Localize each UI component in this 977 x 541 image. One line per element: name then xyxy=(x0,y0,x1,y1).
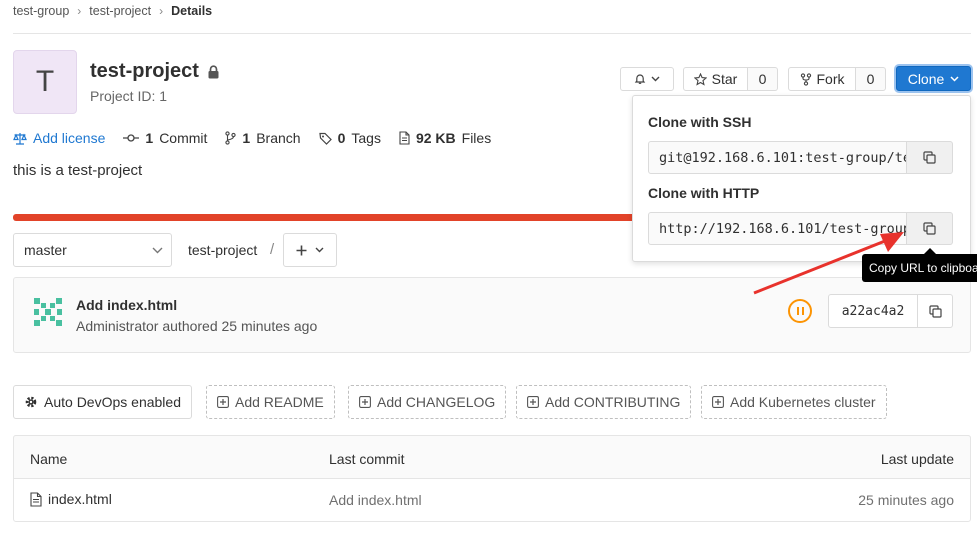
add-changelog-button[interactable]: Add CHANGELOG xyxy=(348,385,507,419)
project-avatar: T xyxy=(13,50,77,114)
file-icon xyxy=(30,491,42,507)
commits-stat[interactable]: 1 Commit xyxy=(123,130,207,146)
copy-icon xyxy=(923,151,936,164)
plus-square-icon xyxy=(527,396,539,408)
notification-dropdown[interactable] xyxy=(620,67,674,91)
file-last-commit-link[interactable]: Add index.html xyxy=(329,492,422,508)
clone-ssh-label: Clone with SSH xyxy=(648,114,752,130)
commit-author-link[interactable]: Administrator xyxy=(76,318,158,334)
auto-devops-label: Auto DevOps enabled xyxy=(44,394,181,410)
lock-icon xyxy=(208,64,219,78)
project-name: test-project xyxy=(90,60,199,82)
column-header-last-commit: Last commit xyxy=(329,451,405,467)
chevron-right-icon: › xyxy=(159,4,164,18)
file-tree-header xyxy=(13,435,971,479)
branches-stat[interactable]: 1 Branch xyxy=(225,130,301,146)
branch-select[interactable]: master xyxy=(13,233,172,267)
file-icon xyxy=(399,131,410,145)
clone-http-label: Clone with HTTP xyxy=(648,185,760,201)
avatar-letter: T xyxy=(35,65,55,98)
plus-icon xyxy=(296,245,307,255)
add-contributing-label: Add CONTRIBUTING xyxy=(545,394,681,410)
project-title: test-project xyxy=(90,60,220,83)
fork-button-group: Fork 0 xyxy=(788,67,886,91)
commit-authored-time: authored 25 minutes ago xyxy=(162,318,318,334)
column-header-name: Name xyxy=(30,451,68,467)
clone-label: Clone xyxy=(907,70,945,87)
path-separator: / xyxy=(270,241,275,258)
file-last-update: 25 minutes ago xyxy=(858,492,954,508)
commit-author-line: Administrator authored 25 minutes ago xyxy=(76,318,317,334)
add-changelog-label: Add CHANGELOG xyxy=(377,394,496,410)
add-readme-button[interactable]: Add README xyxy=(206,385,335,419)
project-id: Project ID: 1 xyxy=(90,88,168,104)
add-contributing-button[interactable]: Add CONTRIBUTING xyxy=(516,385,692,419)
commit-icon xyxy=(123,134,140,142)
branches-label: Branch xyxy=(256,130,301,146)
repository-language-bar xyxy=(13,214,653,221)
gear-icon xyxy=(25,396,37,408)
identicon-avatar-icon xyxy=(34,298,62,326)
chevron-down-icon xyxy=(315,247,324,253)
repo-path[interactable]: test-project xyxy=(188,242,257,258)
plus-square-icon xyxy=(217,396,229,408)
files-stat[interactable]: 92 KB Files xyxy=(399,130,491,146)
breadcrumb-project-link[interactable]: test-project xyxy=(89,4,151,18)
clone-button[interactable]: Clone xyxy=(896,66,971,91)
fork-button[interactable]: Fork xyxy=(788,67,856,91)
plus-square-icon xyxy=(712,396,724,408)
add-readme-label: Add README xyxy=(235,394,324,410)
star-icon xyxy=(693,72,707,86)
tags-stat[interactable]: 0 Tags xyxy=(318,130,381,146)
fork-icon xyxy=(800,72,811,86)
file-name-link[interactable]: index.html xyxy=(48,491,112,507)
add-kubernetes-cluster-button[interactable]: Add Kubernetes cluster xyxy=(701,385,887,419)
table-row[interactable]: index.html xyxy=(30,491,112,507)
files-size: 92 KB xyxy=(415,130,456,146)
breadcrumb: test-group › test-project › Details xyxy=(13,4,212,18)
tags-label: Tags xyxy=(351,130,381,146)
chevron-right-icon: › xyxy=(77,4,82,18)
tag-icon xyxy=(318,132,332,145)
files-label: Files xyxy=(461,130,492,146)
copy-ssh-url-button[interactable] xyxy=(907,141,953,174)
add-license-link[interactable]: Add license xyxy=(13,130,105,146)
copy-icon xyxy=(928,304,942,318)
scale-icon xyxy=(13,132,27,145)
branch-name: master xyxy=(24,242,67,258)
breadcrumb-current[interactable]: Details xyxy=(171,4,212,18)
tags-count: 0 xyxy=(337,130,346,146)
branch-icon xyxy=(225,131,237,145)
bell-icon xyxy=(634,74,646,84)
fork-count[interactable]: 0 xyxy=(856,67,886,91)
header-divider xyxy=(13,33,971,34)
chevron-down-icon xyxy=(651,76,660,82)
annotation-arrow-icon xyxy=(753,232,904,295)
plus-square-icon xyxy=(359,396,371,408)
copy-sha-button[interactable] xyxy=(918,294,953,328)
star-label: Star xyxy=(711,71,738,87)
star-count[interactable]: 0 xyxy=(748,67,778,91)
copy-icon xyxy=(923,222,936,235)
add-to-tree-dropdown[interactable] xyxy=(283,233,337,267)
clone-ssh-group: git@192.168.6.101:test-group/test-projec… xyxy=(648,141,953,174)
chevron-down-icon xyxy=(152,247,163,253)
commit-title-link[interactable]: Add index.html xyxy=(76,297,177,313)
add-license-label: Add license xyxy=(33,130,106,146)
project-description: this is a test-project xyxy=(13,162,143,179)
add-kubernetes-label: Add Kubernetes cluster xyxy=(730,394,876,410)
fork-label: Fork xyxy=(816,71,845,87)
star-button[interactable]: Star xyxy=(683,67,748,91)
commits-label: Commit xyxy=(159,130,208,146)
commits-count: 1 xyxy=(145,130,154,146)
clone-ssh-url-input[interactable]: git@192.168.6.101:test-group/test-projec… xyxy=(648,141,907,174)
auto-devops-button[interactable]: Auto DevOps enabled xyxy=(13,385,192,419)
breadcrumb-group-link[interactable]: test-group xyxy=(13,4,69,18)
project-stats: Add license 1 Commit 1 Branch 0 Tags 92 … xyxy=(13,130,491,146)
column-header-last-update: Last update xyxy=(880,451,954,467)
star-button-group: Star 0 xyxy=(683,67,778,91)
branches-count: 1 xyxy=(242,130,251,146)
chevron-down-icon xyxy=(950,75,959,82)
